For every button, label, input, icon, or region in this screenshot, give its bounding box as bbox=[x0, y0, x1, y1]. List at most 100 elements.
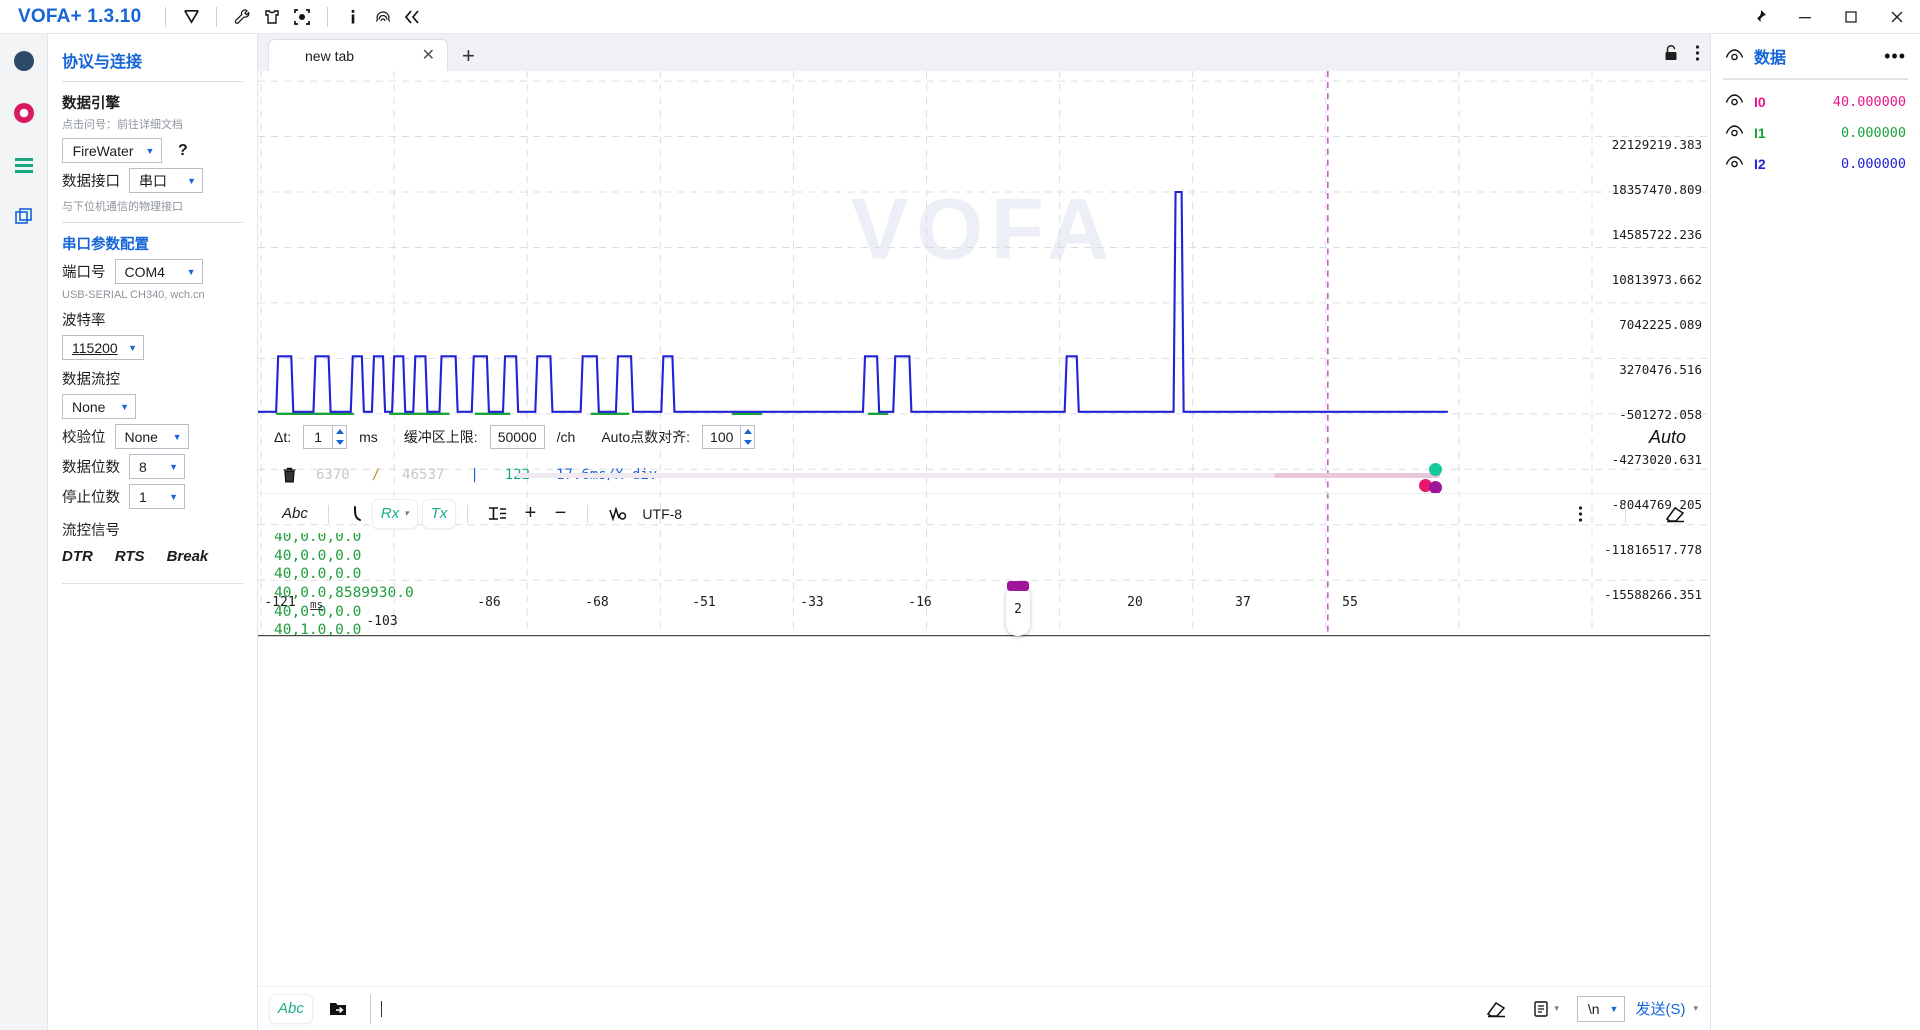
pin-icon[interactable] bbox=[1736, 0, 1782, 34]
y-tick: 3270476.516 bbox=[1619, 362, 1702, 377]
baud-select[interactable]: 115200 ▼ bbox=[62, 335, 144, 360]
port-select[interactable]: COM4 ▼ bbox=[114, 259, 203, 284]
plot-canvas[interactable] bbox=[258, 71, 1710, 686]
x-tick: -68 bbox=[585, 595, 609, 610]
tab-label: new tab bbox=[305, 47, 355, 64]
title-bar: VOFA+ 1.3.10 bbox=[0, 0, 1920, 34]
tx-toggle-button[interactable]: Tx bbox=[422, 499, 456, 528]
send-input[interactable] bbox=[369, 993, 1469, 1024]
cursor-grip bbox=[1007, 581, 1029, 591]
cursor-handle[interactable]: 2 bbox=[1006, 581, 1030, 636]
auto-align-input[interactable]: 100 bbox=[702, 425, 742, 450]
collapse-left-icon[interactable] bbox=[398, 4, 428, 30]
data-interface-hint: 与下位机通信的物理接口 bbox=[62, 201, 183, 213]
minimize-button[interactable] bbox=[1782, 0, 1828, 34]
shirt-icon[interactable] bbox=[257, 4, 287, 30]
auto-mode-label[interactable]: Auto bbox=[1649, 427, 1686, 448]
data-interface-select[interactable]: 串口 ▼ bbox=[129, 168, 203, 193]
eye-icon[interactable] bbox=[1725, 155, 1744, 172]
dtr-button[interactable]: DTR bbox=[62, 548, 93, 565]
data-engine-select[interactable]: FireWater ▼ bbox=[62, 138, 162, 163]
divider bbox=[587, 504, 589, 523]
eye-icon[interactable] bbox=[1725, 48, 1744, 65]
timeline-fill bbox=[1273, 472, 1440, 478]
x-tick: 55 bbox=[1342, 595, 1358, 610]
add-tab-button[interactable]: + bbox=[448, 45, 487, 71]
eraser-icon[interactable] bbox=[1656, 500, 1694, 528]
list-icon[interactable] bbox=[7, 148, 41, 182]
flow-control-select[interactable]: None ▼ bbox=[62, 394, 136, 419]
y-tick: 10813973.662 bbox=[1611, 272, 1702, 287]
vofa-logo-icon[interactable] bbox=[176, 4, 206, 30]
x-tick: -103 bbox=[366, 614, 398, 629]
delta-t-input[interactable]: 1 bbox=[303, 425, 334, 450]
break-button[interactable]: Break bbox=[167, 548, 209, 565]
send-format-button[interactable]: Abc bbox=[270, 994, 312, 1023]
terminal-toolbar: Abc Rx ▾ Tx + − UTF-8 bbox=[258, 493, 1710, 533]
x-tick: -33 bbox=[800, 595, 824, 610]
maximize-button[interactable] bbox=[1828, 0, 1874, 34]
stopbits-select[interactable]: 1 ▼ bbox=[129, 484, 185, 509]
timeline-slider-row: 6370 / 46537 | 122 17.6ms/X-div bbox=[258, 457, 1710, 495]
auto-align-stepper[interactable] bbox=[740, 425, 756, 450]
y-tick: 14585722.236 bbox=[1611, 227, 1702, 242]
status-dot[interactable] bbox=[7, 44, 41, 78]
info-icon[interactable] bbox=[338, 4, 368, 30]
fingerprint-icon[interactable] bbox=[368, 4, 398, 30]
close-icon[interactable]: ✕ bbox=[422, 47, 435, 64]
record-icon[interactable] bbox=[7, 96, 41, 130]
decrease-font-button[interactable]: − bbox=[545, 500, 575, 528]
port-hint: USB-SERIAL CH340, wch.cn bbox=[62, 289, 205, 301]
eye-icon[interactable] bbox=[1725, 93, 1744, 110]
divider bbox=[216, 6, 218, 27]
channel-value: 0.000000 bbox=[1840, 155, 1906, 172]
close-button[interactable] bbox=[1874, 0, 1920, 34]
timeline-knob-green[interactable] bbox=[1429, 463, 1442, 477]
data-engine-heading: 数据引擎 bbox=[62, 96, 120, 112]
eraser-icon[interactable] bbox=[1477, 995, 1515, 1023]
timeline-track[interactable] bbox=[516, 472, 1440, 478]
help-question-icon[interactable]: ? bbox=[178, 142, 188, 160]
buffer-limit-input[interactable]: 50000 bbox=[489, 425, 545, 450]
layers-icon[interactable] bbox=[7, 200, 41, 234]
more-vertical-icon[interactable] bbox=[1695, 44, 1700, 65]
send-actions: ▾ \n ▼ 发送(S) ▾ bbox=[1477, 995, 1698, 1023]
eye-icon[interactable] bbox=[1725, 124, 1744, 141]
x-tick: 37 bbox=[1235, 595, 1251, 610]
wrench-icon[interactable] bbox=[227, 4, 257, 30]
line-ending-select[interactable]: \n ▼ bbox=[1576, 995, 1626, 1022]
databits-select[interactable]: 8 ▼ bbox=[129, 454, 185, 479]
tab-new-tab[interactable]: new tab ✕ bbox=[268, 39, 448, 71]
delta-t-stepper[interactable] bbox=[332, 425, 348, 450]
increase-font-button[interactable]: + bbox=[515, 500, 545, 528]
x-tick: -16 bbox=[908, 595, 932, 610]
data-row-i0[interactable]: I0 40.000000 bbox=[1711, 86, 1920, 117]
parity-select[interactable]: None ▼ bbox=[114, 424, 189, 449]
data-row-i2[interactable]: I2 0.000000 bbox=[1711, 148, 1920, 179]
unlock-icon[interactable] bbox=[1663, 44, 1679, 65]
history-icon[interactable]: ▾ bbox=[1525, 995, 1567, 1023]
stopbits-label: 停止位数 bbox=[62, 490, 120, 506]
waveform-icon[interactable] bbox=[600, 500, 636, 528]
stopbits-value: 1 bbox=[139, 488, 147, 505]
encoding-label[interactable]: UTF-8 bbox=[642, 506, 682, 522]
send-button[interactable]: 发送(S) ▾ bbox=[1635, 998, 1698, 1019]
app-title: VOFA+ 1.3.10 bbox=[18, 5, 142, 27]
send-file-icon[interactable] bbox=[320, 995, 356, 1023]
newline-icon[interactable] bbox=[341, 500, 373, 528]
rts-button[interactable]: RTS bbox=[115, 548, 145, 565]
rx-toggle-button[interactable]: Rx ▾ bbox=[372, 499, 417, 528]
divider bbox=[62, 81, 243, 82]
data-row-i1[interactable]: I1 0.000000 bbox=[1711, 117, 1920, 148]
plot-area[interactable]: VOFA 22129219.383 18357470.809 14585722.… bbox=[258, 71, 1710, 637]
tab-strip-actions bbox=[1663, 44, 1700, 65]
trash-icon[interactable] bbox=[274, 461, 304, 489]
buffer-limit-unit: /ch bbox=[556, 429, 576, 446]
port-value: COM4 bbox=[124, 263, 165, 280]
text-format-icon[interactable] bbox=[480, 500, 515, 528]
more-horizontal-icon[interactable]: ••• bbox=[1884, 46, 1906, 67]
abc-format-button[interactable]: Abc bbox=[274, 500, 316, 528]
buffer-separator: / bbox=[371, 467, 381, 484]
focus-target-icon[interactable] bbox=[287, 4, 317, 30]
more-vertical-icon[interactable] bbox=[1565, 500, 1595, 528]
